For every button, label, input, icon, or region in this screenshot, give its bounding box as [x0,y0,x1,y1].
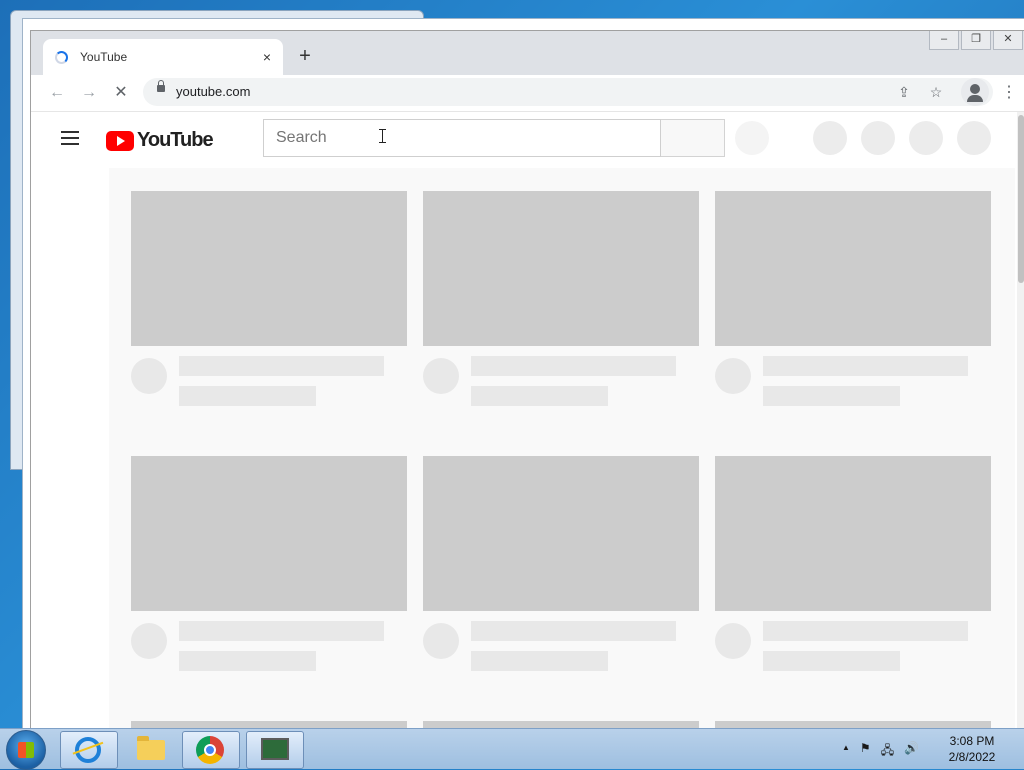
thumbnail-placeholder[interactable] [131,456,407,611]
title-placeholder [179,356,384,376]
video-card-placeholder[interactable] [131,191,407,406]
title-placeholder [471,621,676,641]
share-icon[interactable]: ⇪ [895,83,913,101]
video-card-placeholder[interactable] [715,191,991,406]
taskbar-windows-explorer[interactable] [122,731,180,769]
loading-spinner-icon [55,50,68,64]
channel-avatar-placeholder [131,623,167,659]
maximize-button[interactable]: ❐ [961,31,991,50]
profile-avatar-icon[interactable] [961,78,989,106]
youtube-masthead: YouTube [31,112,1015,168]
channel-avatar-placeholder [423,623,459,659]
video-card-placeholder[interactable] [423,456,699,671]
lock-icon[interactable] [157,80,165,92]
meta-placeholder [179,386,316,406]
taskbar-google-chrome[interactable] [182,731,240,769]
close-button[interactable]: ✕ [993,31,1023,50]
chrome-icon [196,736,224,764]
chrome-window: YouTube × + – ❐ ✕ ← → ✕ youtube.com ⇪ ☆ … [30,30,1024,730]
thumbnail-placeholder[interactable] [423,456,699,611]
meta-placeholder [471,386,608,406]
action-center-flag-icon[interactable]: ⚑ [860,741,871,762]
tab-close-icon[interactable]: × [259,49,275,65]
header-icon-placeholder-3[interactable] [909,121,943,155]
channel-avatar-placeholder [715,358,751,394]
title-placeholder [763,356,968,376]
video-feed [109,168,1015,729]
task-manager-icon [261,738,289,760]
meta-placeholder [763,386,900,406]
tab-youtube[interactable]: YouTube × [43,39,283,75]
title-placeholder [179,621,384,641]
video-card-placeholder[interactable] [423,191,699,406]
scrollbar-thumb[interactable] [1018,115,1024,283]
start-button[interactable] [6,730,46,770]
bookmark-star-icon[interactable]: ☆ [927,83,945,101]
show-hidden-icons-icon[interactable]: ▲ [842,741,850,762]
taskbar-internet-explorer[interactable] [60,731,118,769]
system-tray: ▲ ⚑ 🖧 🔊 [842,741,919,762]
thumbnail-placeholder[interactable] [131,191,407,346]
video-card-placeholder[interactable] [131,456,407,671]
thumbnail-placeholder[interactable] [423,191,699,346]
clock-time: 3:08 PM [949,734,995,748]
clock-date: 2/8/2022 [948,750,996,764]
network-icon[interactable]: 🖧 [881,741,894,762]
text-cursor-icon [379,129,386,143]
stop-loading-button[interactable]: ✕ [111,83,131,103]
back-button[interactable]: ← [47,83,67,103]
search-box[interactable] [263,119,661,157]
header-icon-placeholder-1[interactable] [813,121,847,155]
new-tab-button[interactable]: + [293,45,317,69]
header-icon-placeholder-2[interactable] [861,121,895,155]
forward-button[interactable]: → [79,83,99,103]
title-placeholder [471,356,676,376]
channel-avatar-placeholder [715,623,751,659]
youtube-play-icon [106,130,134,151]
thumbnail-placeholder[interactable] [715,456,991,611]
meta-placeholder [471,651,608,671]
youtube-logo-text: YouTube [137,129,214,151]
address-url[interactable]: youtube.com [176,84,250,99]
title-placeholder [763,621,968,641]
thumbnail-placeholder[interactable] [715,191,991,346]
window-controls: – ❐ ✕ [927,31,1023,50]
search-button[interactable] [661,119,725,157]
hamburger-menu-icon[interactable] [61,131,79,145]
folder-icon [137,736,165,760]
taskbar-task-manager[interactable] [246,731,304,769]
page-scrollbar[interactable] [1017,112,1024,729]
browser-toolbar: ← → ✕ youtube.com ⇪ ☆ ⋮ [31,75,1024,112]
youtube-page: YouTube [31,112,1015,729]
minimize-button[interactable]: – [929,31,959,50]
channel-avatar-placeholder [131,358,167,394]
windows-taskbar: ▲ ⚑ 🖧 🔊 3:08 PM 2/8/2022 [0,728,1024,770]
voice-search-placeholder[interactable] [735,121,769,155]
system-clock[interactable]: 3:08 PM 2/8/2022 [936,733,1008,765]
video-card-placeholder[interactable] [715,456,991,671]
youtube-logo[interactable]: YouTube [106,129,214,152]
tab-strip: YouTube × + – ❐ ✕ [31,31,1024,75]
search-input[interactable] [276,129,636,147]
tab-title: YouTube [80,50,128,64]
header-avatar-placeholder[interactable] [957,121,991,155]
volume-icon[interactable]: 🔊 [904,741,919,762]
meta-placeholder [763,651,900,671]
browser-menu-icon[interactable]: ⋮ [1001,83,1017,103]
address-bar[interactable]: youtube.com ⇪ ☆ [143,78,993,106]
meta-placeholder [179,651,316,671]
channel-avatar-placeholder [423,358,459,394]
internet-explorer-icon [75,737,101,763]
